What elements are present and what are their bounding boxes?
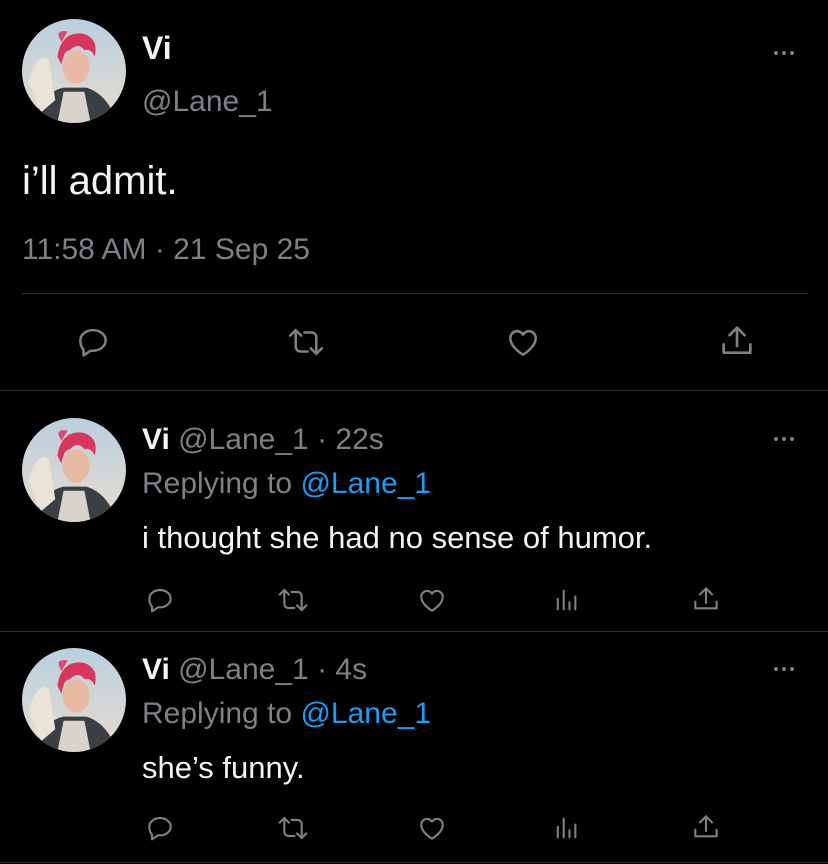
share-icon[interactable]	[686, 808, 726, 846]
retweet-icon[interactable]	[272, 582, 314, 618]
reply-2-display-name[interactable]: Vi	[142, 653, 170, 686]
reply-1-replying-prefix: Replying to	[142, 467, 293, 500]
analytics-icon[interactable]	[548, 810, 584, 846]
like-icon[interactable]	[412, 582, 452, 618]
main-timestamp[interactable]: 11:58 AM · 21 Sep 25	[22, 232, 310, 268]
reply-1-replying-to: Replying to @Lane_1	[142, 466, 431, 502]
main-tweet-divider	[0, 390, 828, 391]
reply-1-header: Vi @Lane_1 · 22s	[142, 422, 384, 458]
main-display-name[interactable]: Vi	[142, 30, 172, 66]
reply-2-text: she’s funny.	[142, 750, 305, 785]
analytics-icon[interactable]	[548, 582, 584, 618]
reply-icon[interactable]	[70, 322, 116, 362]
reply-2-separator: ·	[317, 653, 328, 686]
more-icon[interactable]	[766, 46, 802, 60]
timestamp-divider	[22, 293, 808, 294]
reply-1-divider	[0, 631, 828, 632]
like-icon[interactable]	[500, 322, 546, 362]
reply-icon[interactable]	[140, 810, 180, 846]
reply-1-handle[interactable]: @Lane_1	[178, 423, 309, 456]
reply-icon[interactable]	[140, 582, 180, 618]
share-icon[interactable]	[686, 580, 726, 618]
reply-1-replying-handle[interactable]: @Lane_1	[300, 467, 431, 500]
reply-2-handle[interactable]: @Lane_1	[178, 653, 309, 686]
reply-1-time[interactable]: 22s	[335, 423, 383, 456]
reply-2-avatar[interactable]	[22, 648, 126, 752]
main-tweet-text: i’ll admit.	[22, 159, 178, 203]
main-avatar[interactable]	[22, 19, 126, 123]
like-icon[interactable]	[412, 810, 452, 846]
more-icon[interactable]	[766, 432, 802, 446]
reply-1-display-name[interactable]: Vi	[142, 423, 170, 456]
reply-2-header: Vi @Lane_1 · 4s	[142, 652, 367, 688]
reply-1-text: i thought she had no sense of humor.	[142, 520, 653, 555]
retweet-icon[interactable]	[280, 322, 332, 362]
main-handle[interactable]: @Lane_1	[142, 84, 273, 120]
share-icon[interactable]	[714, 320, 760, 362]
more-icon[interactable]	[766, 662, 802, 676]
retweet-icon[interactable]	[272, 810, 314, 846]
reply-2-replying-to: Replying to @Lane_1	[142, 696, 431, 732]
reply-1-separator: ·	[317, 423, 328, 456]
reply-2-divider	[0, 862, 828, 863]
reply-1-avatar[interactable]	[22, 418, 126, 522]
reply-2-time[interactable]: 4s	[335, 653, 367, 686]
reply-2-replying-handle[interactable]: @Lane_1	[300, 697, 431, 730]
reply-2-replying-prefix: Replying to	[142, 697, 293, 730]
